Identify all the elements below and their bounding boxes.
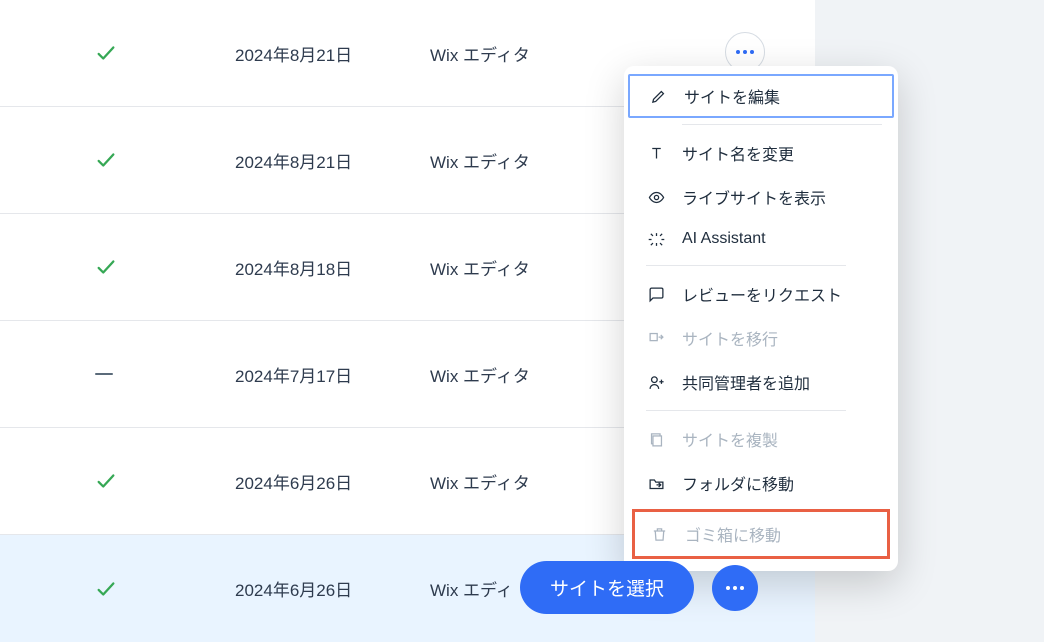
menu-item-rename-site[interactable]: サイト名を変更 [624,131,898,175]
check-icon [95,256,117,278]
dot-icon [743,50,747,54]
bottom-overflow-button[interactable] [712,565,758,611]
status-cell [95,149,235,171]
status-cell [95,470,235,492]
menu-item-label: ライブサイトを表示 [682,185,826,209]
eye-icon [646,187,666,207]
editor-cell: Wix エディタ [430,469,530,494]
editor-cell: Wix エディタ [430,255,530,280]
menu-item-label: AI Assistant [682,230,766,248]
chat-icon [646,284,666,304]
text-icon [646,143,666,163]
folder-icon [646,473,666,493]
dot-icon [733,586,737,590]
date-cell: 2024年8月21日 [235,148,430,173]
dot-icon [740,586,744,590]
pencil-icon [648,86,668,106]
context-menu: サイトを編集 サイト名を変更 ライブサイトを表示 AI Assistant レビ… [624,66,898,571]
menu-item-move-to-trash: ゴミ箱に移動 [632,509,890,559]
menu-item-label: フォルダに移動 [682,471,794,495]
menu-item-edit-site[interactable]: サイトを編集 [628,74,894,118]
dash-icon [95,373,113,375]
transfer-icon [646,328,666,348]
menu-item-label: 共同管理者を追加 [682,370,810,394]
menu-item-label: ゴミ箱に移動 [685,522,781,546]
trash-icon [649,524,669,544]
divider [682,124,882,125]
menu-item-label: サイト名を変更 [682,141,794,165]
editor-cell: Wix エディタ [430,41,530,66]
copy-icon [646,429,666,449]
menu-item-label: サイトを編集 [684,84,780,108]
dot-icon [736,50,740,54]
divider [646,265,846,266]
status-cell [95,42,235,64]
check-icon [95,42,117,64]
check-icon [95,149,117,171]
menu-item-duplicate-site: サイトを複製 [624,417,898,461]
menu-item-label: サイトを移行 [682,326,778,350]
menu-item-transfer-site: サイトを移行 [624,316,898,360]
editor-cell: Wix エディ [430,576,513,601]
editor-cell: Wix エディタ [430,362,530,387]
menu-item-add-collaborator[interactable]: 共同管理者を追加 [624,360,898,404]
date-cell: 2024年7月17日 [235,362,430,387]
editor-cell: Wix エディタ [430,148,530,173]
date-cell: 2024年6月26日 [235,576,430,601]
menu-item-move-to-folder[interactable]: フォルダに移動 [624,461,898,505]
dot-icon [726,586,730,590]
divider [646,410,846,411]
status-cell [95,256,235,278]
date-cell: 2024年6月26日 [235,469,430,494]
date-cell: 2024年8月21日 [235,41,430,66]
date-cell: 2024年8月18日 [235,255,430,280]
menu-item-ai-assistant[interactable]: AI Assistant [624,219,898,259]
check-icon [95,578,117,600]
select-site-button[interactable]: サイトを選択 [520,561,694,614]
check-icon [95,470,117,492]
status-cell [95,578,235,600]
status-cell [95,373,235,375]
menu-item-view-live-site[interactable]: ライブサイトを表示 [624,175,898,219]
menu-item-request-review[interactable]: レビューをリクエスト [624,272,898,316]
menu-item-label: レビューをリクエスト [682,282,842,306]
user-plus-icon [646,372,666,392]
menu-item-label: サイトを複製 [682,427,778,451]
sparkle-icon [646,229,666,249]
dot-icon [750,50,754,54]
